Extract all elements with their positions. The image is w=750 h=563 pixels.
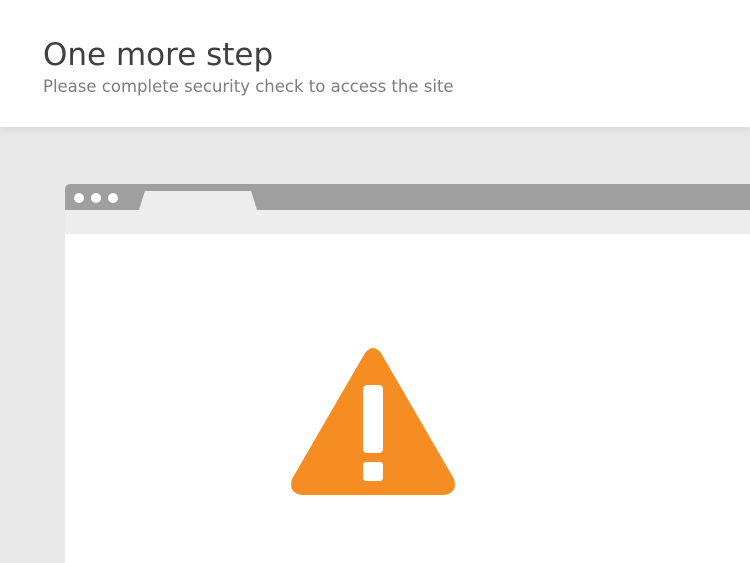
browser-title-bar xyxy=(65,184,750,210)
page-header: One more step Please complete security c… xyxy=(0,0,750,127)
browser-tab xyxy=(139,191,257,210)
warning-icon xyxy=(291,348,455,495)
window-dot-icon xyxy=(108,193,118,203)
window-dot-icon xyxy=(74,193,84,203)
warning-exclamation-bar xyxy=(363,385,383,453)
page-title: One more step xyxy=(43,37,274,73)
window-dot-icon xyxy=(91,193,101,203)
browser-toolbar xyxy=(65,210,750,234)
page-subtitle: Please complete security check to access… xyxy=(43,77,454,96)
warning-exclamation-dot xyxy=(363,462,383,481)
